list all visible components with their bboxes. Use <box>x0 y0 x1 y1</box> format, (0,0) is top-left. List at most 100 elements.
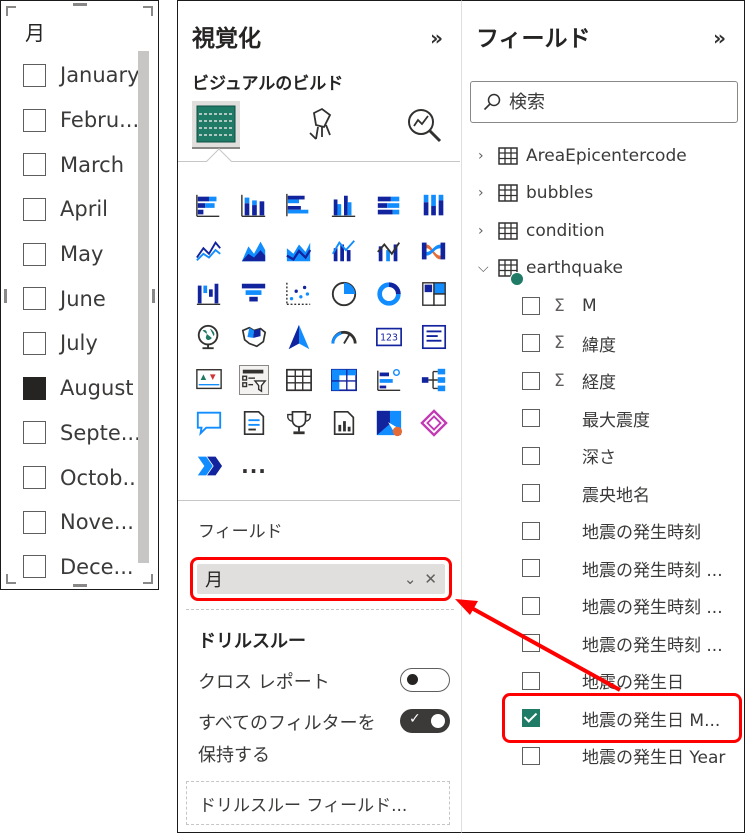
checkbox[interactable] <box>23 331 46 355</box>
table-icon[interactable] <box>284 365 314 395</box>
stacked-column-chart-icon[interactable] <box>239 191 269 221</box>
table-row-bubbles[interactable]: › bubbles <box>462 175 744 213</box>
power-automate-icon[interactable] <box>419 408 449 438</box>
qa-icon[interactable] <box>194 408 224 438</box>
field-checkbox[interactable] <box>522 409 540 428</box>
map-icon[interactable] <box>194 322 224 352</box>
field-checkbox[interactable] <box>522 596 540 615</box>
slicer-item[interactable]: Febru... <box>23 98 143 143</box>
scatter-chart-icon[interactable] <box>284 279 314 309</box>
100-stacked-column-chart-icon[interactable] <box>419 191 449 221</box>
clustered-bar-chart-icon[interactable] <box>284 191 314 221</box>
expand-pane-icon[interactable]: » <box>430 26 443 50</box>
slicer-item[interactable]: August <box>23 366 143 411</box>
field-row[interactable]: Σ 緯度 <box>462 325 744 363</box>
ribbon-chart-icon[interactable] <box>419 236 449 266</box>
field-row[interactable]: 地震の発生時刻 ... <box>462 550 744 588</box>
chevron-right-icon[interactable]: › <box>478 223 484 239</box>
resize-corner-bottom-right[interactable] <box>143 574 153 584</box>
field-checkbox[interactable] <box>522 484 540 503</box>
treemap-icon[interactable] <box>419 279 449 309</box>
waterfall-chart-icon[interactable] <box>194 279 224 309</box>
slicer-item[interactable]: Nove... <box>23 500 143 545</box>
field-checkbox[interactable] <box>522 334 540 353</box>
key-influencers-icon[interactable] <box>374 365 404 395</box>
slicer-icon[interactable] <box>239 365 269 395</box>
field-checkbox[interactable] <box>522 671 540 690</box>
chevron-down-icon[interactable]: ⌄ <box>404 570 417 588</box>
multi-row-card-icon[interactable] <box>419 322 449 352</box>
table-row-areaepicentercode[interactable]: › AreaEpicentercode <box>462 137 744 175</box>
100-stacked-bar-chart-icon[interactable] <box>374 191 404 221</box>
line-and-clustered-column-chart-icon[interactable] <box>374 236 404 266</box>
checkbox[interactable] <box>23 287 46 311</box>
slicer-item[interactable]: April <box>23 187 143 232</box>
checkbox[interactable] <box>23 197 46 221</box>
pie-chart-icon[interactable] <box>329 279 359 309</box>
field-row[interactable]: Σ 経度 <box>462 362 744 400</box>
month-slicer-visual[interactable]: 月 January Febru... March April May June July Au… <box>0 0 159 590</box>
decomposition-tree-icon[interactable] <box>419 365 449 395</box>
table-row-earthquake[interactable]: ⌵ earthquake <box>462 250 744 288</box>
checkbox[interactable] <box>23 153 46 177</box>
field-checkbox[interactable] <box>522 634 540 653</box>
field-checkbox[interactable] <box>522 521 540 540</box>
checkbox[interactable] <box>23 510 46 534</box>
funnel-chart-icon[interactable] <box>239 279 269 309</box>
field-row[interactable]: 地震の発生時刻 ... <box>462 587 744 625</box>
field-row[interactable]: 地震の発生時刻 ... <box>462 625 744 663</box>
keep-filters-toggle[interactable]: ✓ <box>400 709 450 733</box>
stacked-area-chart-icon[interactable] <box>284 236 314 266</box>
slicer-item[interactable]: Septe... <box>23 411 143 456</box>
smart-narrative-icon[interactable] <box>239 408 269 438</box>
field-search-box[interactable] <box>470 81 738 123</box>
paginated-report-icon[interactable] <box>329 408 359 438</box>
area-chart-icon[interactable] <box>239 236 269 266</box>
stacked-bar-chart-icon[interactable] <box>194 191 224 221</box>
slicer-item[interactable]: July <box>23 321 143 366</box>
power-apps-icon[interactable] <box>374 408 404 438</box>
line-chart-icon[interactable] <box>194 236 224 266</box>
drillthrough-field-drop-zone[interactable]: ドリルスルー フィールド... <box>186 781 450 825</box>
slicer-item[interactable]: Dece... <box>23 545 143 590</box>
resize-handle-top[interactable] <box>73 3 87 6</box>
slicer-item[interactable]: Octob... <box>23 455 143 500</box>
table-row-condition[interactable]: › condition <box>462 212 744 250</box>
field-checkbox[interactable] <box>522 296 540 315</box>
metrics-trophy-icon[interactable] <box>284 408 314 438</box>
checkbox[interactable] <box>23 63 46 87</box>
expand-pane-icon[interactable]: » <box>713 26 726 50</box>
checkbox[interactable] <box>23 421 46 445</box>
field-checkbox[interactable] <box>522 559 540 578</box>
resize-handle-right[interactable] <box>152 289 155 303</box>
field-drop-zone[interactable] <box>186 609 454 610</box>
field-row[interactable]: 最大震度 <box>462 400 744 438</box>
field-checkbox[interactable] <box>522 446 540 465</box>
slicer-item[interactable]: March <box>23 142 143 187</box>
donut-chart-icon[interactable] <box>374 279 404 309</box>
chevron-down-icon[interactable]: ⌵ <box>478 260 489 276</box>
gauge-icon[interactable] <box>329 322 359 352</box>
field-row[interactable]: 深さ <box>462 437 744 475</box>
resize-corner-bottom-left[interactable] <box>6 574 16 584</box>
close-icon[interactable]: ✕ <box>424 570 437 588</box>
field-pill-month[interactable]: 月 ⌄ ✕ <box>197 564 445 594</box>
more-visuals-button[interactable]: ... <box>239 451 269 481</box>
field-row[interactable]: 震央地名 <box>462 475 744 513</box>
field-checkbox[interactable] <box>522 371 540 390</box>
field-row[interactable]: 地震の発生時刻 <box>462 512 744 550</box>
checkbox[interactable] <box>23 108 46 132</box>
card-icon[interactable]: 123 <box>374 322 404 352</box>
chevron-right-icon[interactable]: › <box>478 185 484 201</box>
resize-handle-left[interactable] <box>4 289 7 303</box>
tab-format-visual[interactable] <box>298 101 346 149</box>
line-and-stacked-column-chart-icon[interactable] <box>329 236 359 266</box>
checkbox[interactable] <box>23 466 46 490</box>
checkbox[interactable] <box>23 555 46 579</box>
chevron-right-icon[interactable]: › <box>478 148 484 164</box>
power-automate-flow-icon[interactable] <box>194 451 224 481</box>
cross-report-toggle[interactable] <box>400 668 450 692</box>
tab-analytics[interactable] <box>400 101 448 149</box>
matrix-icon[interactable] <box>329 365 359 395</box>
checkbox-checked[interactable] <box>23 376 46 400</box>
